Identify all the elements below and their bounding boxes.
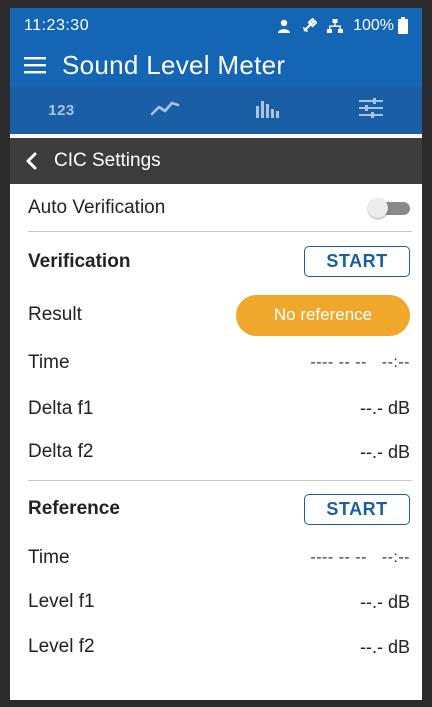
reference-time-row: Time ---- -- -- --:-- (28, 537, 410, 579)
battery-percent: 100% (353, 16, 394, 34)
sub-header-title: CIC Settings (54, 150, 161, 171)
reference-header-row: Reference START (28, 481, 410, 537)
sub-header: CIC Settings (10, 138, 422, 184)
bar-spectrum-icon (255, 98, 281, 123)
auto-verification-row: Auto Verification (28, 184, 410, 231)
sliders-icon (358, 98, 384, 123)
satellite-icon (301, 17, 318, 34)
level-f2-label: Level f2 (28, 636, 95, 657)
verification-time-value: ---- -- -- --:-- (310, 354, 410, 371)
battery-icon (398, 17, 408, 34)
battery-status: 100% (353, 17, 408, 35)
tab-numeric-label: 123 (48, 102, 75, 119)
person-icon (277, 19, 291, 33)
delta-f1-value: --.- dB (359, 398, 410, 418)
auto-verification-toggle[interactable] (368, 197, 410, 218)
verification-header-row: Verification START (28, 232, 410, 291)
back-chevron-icon[interactable] (24, 152, 38, 170)
level-f1-label: Level f1 (28, 591, 95, 612)
verification-heading: Verification (28, 250, 131, 272)
reference-time-label: Time (28, 547, 70, 568)
tab-trend[interactable] (113, 99, 216, 122)
app-title: Sound Level Meter (62, 49, 286, 80)
delta-f1-row: Delta f1 --.- dB (28, 387, 410, 430)
trend-line-icon (150, 99, 180, 122)
reference-start-button[interactable]: START (304, 493, 410, 525)
tab-settings[interactable] (319, 98, 422, 123)
network-icon (327, 18, 344, 34)
status-time: 11:23:30 (24, 16, 90, 34)
level-f2-row: Level f2 --.- dB (28, 625, 410, 669)
toggle-knob (368, 197, 388, 218)
tab-bar: 123 (10, 87, 422, 134)
verification-time-row: Time ---- -- -- --:-- (28, 339, 410, 387)
hamburger-menu-icon[interactable] (24, 56, 46, 74)
app-bar: Sound Level Meter (10, 43, 422, 87)
reference-time-value: ---- -- -- --:-- (310, 549, 410, 566)
device-screen: 11:23:30 100% Sound Level Meter 123 CIC … (10, 8, 422, 700)
status-bar: 11:23:30 100% (10, 8, 422, 43)
verification-time-label: Time (28, 352, 70, 373)
result-status-badge: No reference (236, 294, 410, 336)
settings-content: Auto Verification Verification START Res… (10, 184, 422, 669)
app-header: 11:23:30 100% Sound Level Meter 123 (10, 8, 422, 134)
status-icons: 100% (277, 17, 408, 35)
level-f1-row: Level f1 --.- dB (28, 579, 410, 625)
tab-spectrum[interactable] (216, 98, 319, 123)
result-label: Result (28, 304, 82, 325)
verification-start-button[interactable]: START (304, 246, 410, 277)
tab-numeric[interactable]: 123 (10, 102, 113, 119)
level-f2-value: --.- dB (359, 636, 410, 657)
result-row: Result No reference (28, 291, 410, 339)
delta-f2-row: Delta f2 --.- dB (28, 430, 410, 474)
delta-f2-value: --.- dB (359, 441, 410, 462)
level-f1-value: --.- dB (359, 591, 410, 612)
delta-f2-label: Delta f2 (28, 441, 94, 462)
auto-verification-label: Auto Verification (28, 196, 166, 218)
delta-f1-label: Delta f1 (28, 397, 94, 419)
reference-heading: Reference (28, 498, 120, 519)
